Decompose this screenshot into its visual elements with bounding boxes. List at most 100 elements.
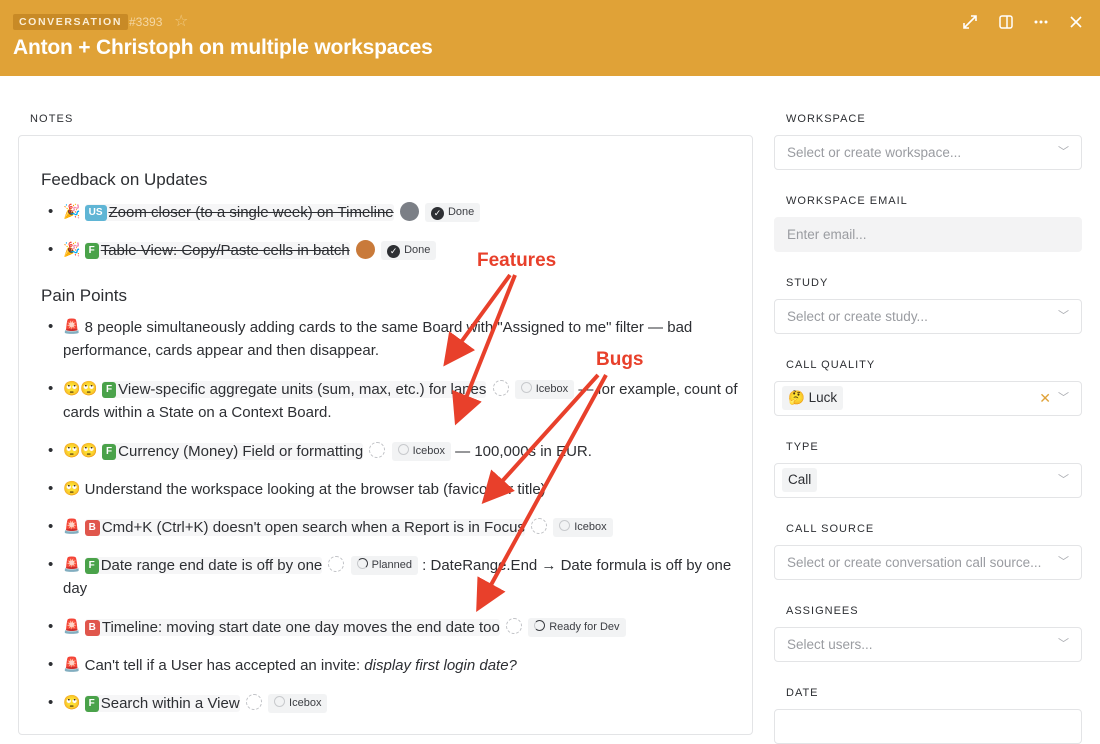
siren-icon: 🚨 [63, 618, 81, 634]
assignee-placeholder-icon[interactable] [369, 442, 386, 458]
status-badge[interactable]: Icebox [553, 518, 613, 537]
workspace-label: WORKSPACE [786, 113, 866, 125]
check-icon: ✓ [430, 207, 444, 220]
status-badge[interactable]: ✓ Done [424, 203, 481, 222]
tag-user-story: US [84, 205, 107, 221]
call-source-select[interactable]: Select or create conversation call sourc… [774, 545, 1082, 580]
eye-roll-icon: 🙄 [63, 480, 81, 496]
ready-for-dev-icon [534, 620, 546, 631]
more-icon[interactable] [1031, 12, 1051, 32]
item-text: View-specific aggregate units (sum, max,… [118, 381, 487, 398]
chevron-down-icon: ﹀ [1058, 556, 1069, 568]
party-icon: 🎉 [63, 241, 81, 257]
tag-bug: B [84, 620, 100, 636]
chevron-down-icon: ﹀ [1058, 310, 1069, 322]
chevron-down-icon: ﹀ [1058, 474, 1069, 486]
item-text: Can't tell if a User has accepted an inv… [84, 657, 361, 674]
study-label: STUDY [786, 277, 829, 289]
list-item[interactable]: • 🚨 F Date range end date is off by one P… [48, 553, 748, 600]
clear-icon[interactable]: ✕ [1039, 382, 1051, 415]
item-text: Cmd+K (Ctrl+K) doesn't open search when … [101, 519, 525, 536]
date-label: DATE [786, 687, 819, 699]
assignee-placeholder-icon[interactable] [328, 556, 345, 572]
list-item[interactable]: • 🙄 F Search within a View Icebox [48, 691, 748, 715]
thinking-face-icon: 🤔 [788, 390, 805, 405]
chevron-down-icon: ﹀ [1058, 638, 1069, 650]
status-badge[interactable]: Ready for Dev [528, 618, 626, 637]
check-icon: ✓ [387, 245, 401, 258]
list-item[interactable]: • 🎉 F Table View: Copy/Paste cells in bat… [48, 238, 748, 262]
annotation-features: Features [477, 250, 557, 271]
type-select[interactable]: Call ﹀ [774, 463, 1082, 498]
status-badge[interactable]: ✓ Done [381, 241, 437, 260]
status-badge[interactable]: Icebox [391, 442, 451, 461]
siren-icon: 🚨 [63, 656, 81, 672]
chevron-down-icon: ﹀ [1058, 146, 1069, 158]
annotation-bugs: Bugs [596, 349, 644, 370]
section-heading: Feedback on Updates [41, 170, 208, 189]
workspace-email-field[interactable]: Enter email... [774, 217, 1082, 252]
status-badge[interactable]: Icebox [514, 380, 575, 399]
avatar [399, 202, 419, 221]
call-quality-select[interactable]: 🤔 Luck ✕ ﹀ [774, 381, 1082, 416]
call-source-label: CALL SOURCE [786, 523, 875, 535]
tag-feature: F [84, 558, 99, 574]
status-badge[interactable]: Planned [350, 556, 418, 575]
item-suffix: — 100,000s in EUR. [455, 443, 592, 460]
study-select[interactable]: Select or create study... ﹀ [774, 299, 1082, 334]
icebox-icon [274, 696, 286, 707]
section-heading: Pain Points [41, 286, 127, 305]
call-quality-chip: 🤔 Luck [782, 386, 844, 410]
assignee-placeholder-icon[interactable] [492, 380, 509, 396]
split-view-icon[interactable] [996, 12, 1016, 32]
siren-icon: 🚨 [63, 318, 81, 334]
list-item[interactable]: • 🙄🙄 F Currency (Money) Field or formatti… [48, 439, 748, 463]
assignee-placeholder-icon[interactable] [245, 694, 262, 710]
icebox-icon [520, 382, 532, 393]
assignee-placeholder-icon[interactable] [531, 518, 548, 534]
siren-icon: 🚨 [63, 556, 81, 572]
item-text: Date range end date is off by one [100, 557, 323, 574]
header: CONVERSATION #3393 ☆ Anton + Christoph o… [0, 0, 1100, 76]
assignee-placeholder-icon[interactable] [506, 618, 523, 634]
expand-icon[interactable] [960, 12, 980, 32]
tag-bug: B [84, 520, 100, 536]
assignees-select[interactable]: Select users... ﹀ [774, 627, 1082, 662]
type-label: TYPE [786, 441, 819, 453]
party-icon: 🎉 [63, 203, 81, 219]
chevron-down-icon: ﹀ [1058, 392, 1069, 404]
conversation-id: #3393 [129, 15, 163, 29]
list-item[interactable]: • 🙄 Understand the workspace looking at … [48, 477, 748, 501]
tag-feature: F [84, 243, 99, 259]
call-quality-label: CALL QUALITY [786, 359, 876, 371]
eye-roll-icon: 🙄🙄 [63, 380, 98, 396]
icebox-icon [559, 520, 571, 531]
date-field[interactable] [774, 709, 1082, 744]
list-item[interactable]: • 🙄🙄 F View-specific aggregate units (sum… [48, 377, 748, 424]
item-text: Understand the workspace looking at the … [84, 481, 546, 498]
item-text: Table View: Copy/Paste cells in batch [100, 242, 350, 259]
notes-editor[interactable] [18, 135, 753, 735]
icebox-icon [397, 444, 409, 455]
list-item[interactable]: • 🚨 B Cmd+K (Ctrl+K) doesn't open search … [48, 515, 748, 539]
list-item[interactable]: • 🎉 US Zoom closer (to a single week) on … [48, 200, 748, 224]
close-icon[interactable] [1066, 12, 1086, 32]
item-text: Zoom closer (to a single week) on Timeli… [108, 204, 394, 221]
page-title[interactable]: Anton + Christoph on multiple workspaces [13, 36, 433, 60]
item-text: Timeline: moving start date one day move… [101, 619, 500, 636]
planned-icon [356, 558, 368, 569]
siren-icon: 🚨 [63, 518, 81, 534]
list-item[interactable]: • 🚨 Can't tell if a User has accepted an… [48, 653, 748, 677]
avatar [355, 240, 375, 259]
workspace-select[interactable]: Select or create workspace... ﹀ [774, 135, 1082, 170]
tag-feature: F [102, 382, 117, 398]
eye-roll-icon: 🙄 [63, 694, 81, 710]
list-item[interactable]: • 🚨 B Timeline: moving start date one day… [48, 615, 748, 639]
item-italic: display first login date? [364, 657, 517, 674]
status-badge[interactable]: Icebox [268, 694, 328, 713]
workspace-email-label: WORKSPACE EMAIL [786, 195, 908, 207]
item-text: Search within a View [100, 695, 240, 712]
star-icon[interactable]: ☆ [174, 11, 188, 31]
eye-roll-icon: 🙄🙄 [63, 442, 98, 458]
tag-feature: F [102, 444, 117, 460]
